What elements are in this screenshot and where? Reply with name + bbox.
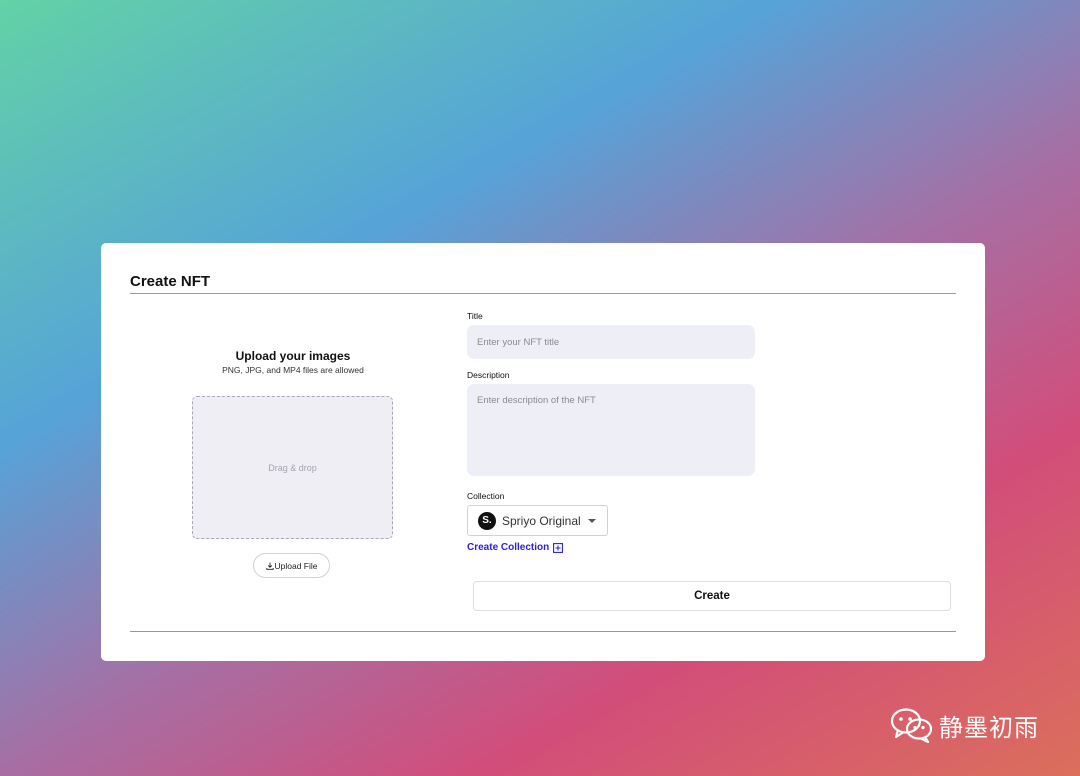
watermark-text: 静墨初雨 bbox=[939, 713, 1039, 742]
drop-zone[interactable]: Drag & drop bbox=[192, 396, 393, 539]
collection-selected-value: Spriyo Original bbox=[502, 513, 581, 528]
caret-down-icon bbox=[587, 518, 596, 523]
create-nft-card: Create NFT Upload your images PNG, JPG, … bbox=[101, 243, 985, 661]
description-label: Description bbox=[467, 370, 510, 380]
title-input[interactable] bbox=[467, 325, 755, 359]
dropzone-text: Drag & drop bbox=[268, 462, 317, 473]
collection-select[interactable]: S. Spriyo Original bbox=[467, 505, 608, 536]
create-collection-label: Create Collection bbox=[467, 542, 550, 553]
collection-logo: S. bbox=[478, 511, 496, 530]
upload-file-label: Upload File bbox=[274, 560, 318, 571]
upload-heading: Upload your images bbox=[235, 349, 351, 363]
plus-square-icon bbox=[553, 542, 564, 553]
page-title: Create NFT bbox=[130, 273, 211, 290]
divider-bottom bbox=[130, 631, 956, 632]
create-collection-link[interactable]: Create Collection bbox=[467, 542, 564, 553]
watermark: 静墨初雨 bbox=[890, 707, 1039, 743]
divider-top bbox=[130, 293, 956, 294]
upload-file-button[interactable]: Upload File bbox=[253, 553, 330, 578]
upload-hint: PNG, JPG, and MP4 files are allowed bbox=[222, 365, 364, 375]
collection-label: Collection bbox=[467, 491, 505, 501]
description-input[interactable] bbox=[467, 384, 755, 476]
create-button[interactable]: Create bbox=[473, 581, 951, 611]
title-label: Title bbox=[467, 311, 483, 321]
upload-icon bbox=[265, 562, 274, 570]
wechat-icon bbox=[890, 707, 934, 743]
